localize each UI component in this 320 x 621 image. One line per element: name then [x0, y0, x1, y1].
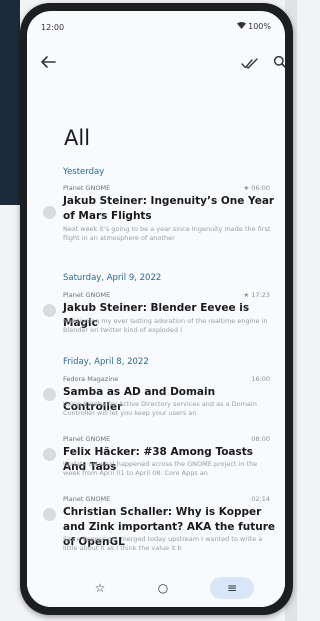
done-all-icon[interactable]	[241, 56, 259, 70]
battery-label: 100%	[248, 22, 271, 31]
list-item[interactable]: Planet GNOME ★ 17:23 Jakub Steiner: Blen…	[27, 291, 285, 347]
article-snippet: Mentioning my ever lasting adoration of …	[63, 317, 268, 334]
bottom-navigation: ☆ ○ ≡	[27, 567, 285, 607]
status-time: 12:00	[41, 23, 65, 32]
background-dark-panel	[0, 0, 20, 205]
article-time: 08:00	[251, 435, 270, 443]
article-snippet: Since Kopper got merged today upstream I…	[63, 535, 263, 552]
status-right: 100%	[236, 22, 271, 31]
article-snippet: Next week it’s going to be a year since …	[63, 225, 271, 242]
circle-outline-icon: ○	[157, 581, 169, 595]
article-time: 16:00	[251, 375, 270, 383]
article-source: Planet GNOME	[63, 291, 111, 299]
status-bar: 12:00 100%	[27, 11, 285, 39]
article-title: Jakub Steiner: Ingenuity’s One Year of M…	[63, 195, 275, 222]
unread-dot-icon	[43, 304, 56, 317]
section-header: Yesterday	[63, 167, 105, 177]
article-source: Fedora Magazine	[63, 375, 119, 383]
article-source: Planet GNOME	[63, 495, 111, 503]
article-time: ★ 17:23	[243, 291, 270, 299]
star-outline-icon: ☆	[94, 581, 106, 595]
article-snippet: Using Samba for Active Directory service…	[63, 400, 257, 417]
unread-dot-icon	[43, 508, 56, 521]
list-item[interactable]: Fedora Magazine 16:00 Samba as AD and Do…	[27, 375, 285, 427]
article-time: 02:14	[251, 495, 270, 503]
search-icon[interactable]	[273, 54, 285, 69]
article-source: Planet GNOME	[63, 435, 111, 443]
wifi-icon	[236, 22, 246, 31]
list-item[interactable]: Planet GNOME 02:14 Christian Schaller: W…	[27, 495, 285, 567]
nav-all[interactable]: ≡	[210, 577, 254, 599]
article-snippet: Update on what happened across the GNOME…	[63, 460, 258, 477]
article-time: ★ 06:00	[243, 184, 270, 192]
toolbar	[27, 51, 285, 75]
unread-dot-icon	[43, 388, 56, 401]
list-item[interactable]: Planet GNOME 08:00 Felix Häcker: #38 Amo…	[27, 435, 285, 487]
nav-unread[interactable]: ○	[152, 577, 174, 599]
app-screen: 12:00 100% All Yesterday Planet GNOME ★ …	[27, 11, 285, 607]
list-icon: ≡	[226, 581, 238, 595]
section-header: Saturday, April 9, 2022	[63, 273, 162, 283]
article-source: Planet GNOME	[63, 184, 111, 192]
list-item[interactable]: Planet GNOME ★ 06:00 Jakub Steiner: Inge…	[27, 184, 285, 256]
unread-dot-icon	[43, 206, 56, 219]
page-title: All	[64, 126, 91, 150]
arrow-back-icon[interactable]	[39, 54, 57, 70]
section-header: Friday, April 8, 2022	[63, 357, 149, 367]
nav-starred[interactable]: ☆	[89, 577, 111, 599]
unread-dot-icon	[43, 448, 56, 461]
